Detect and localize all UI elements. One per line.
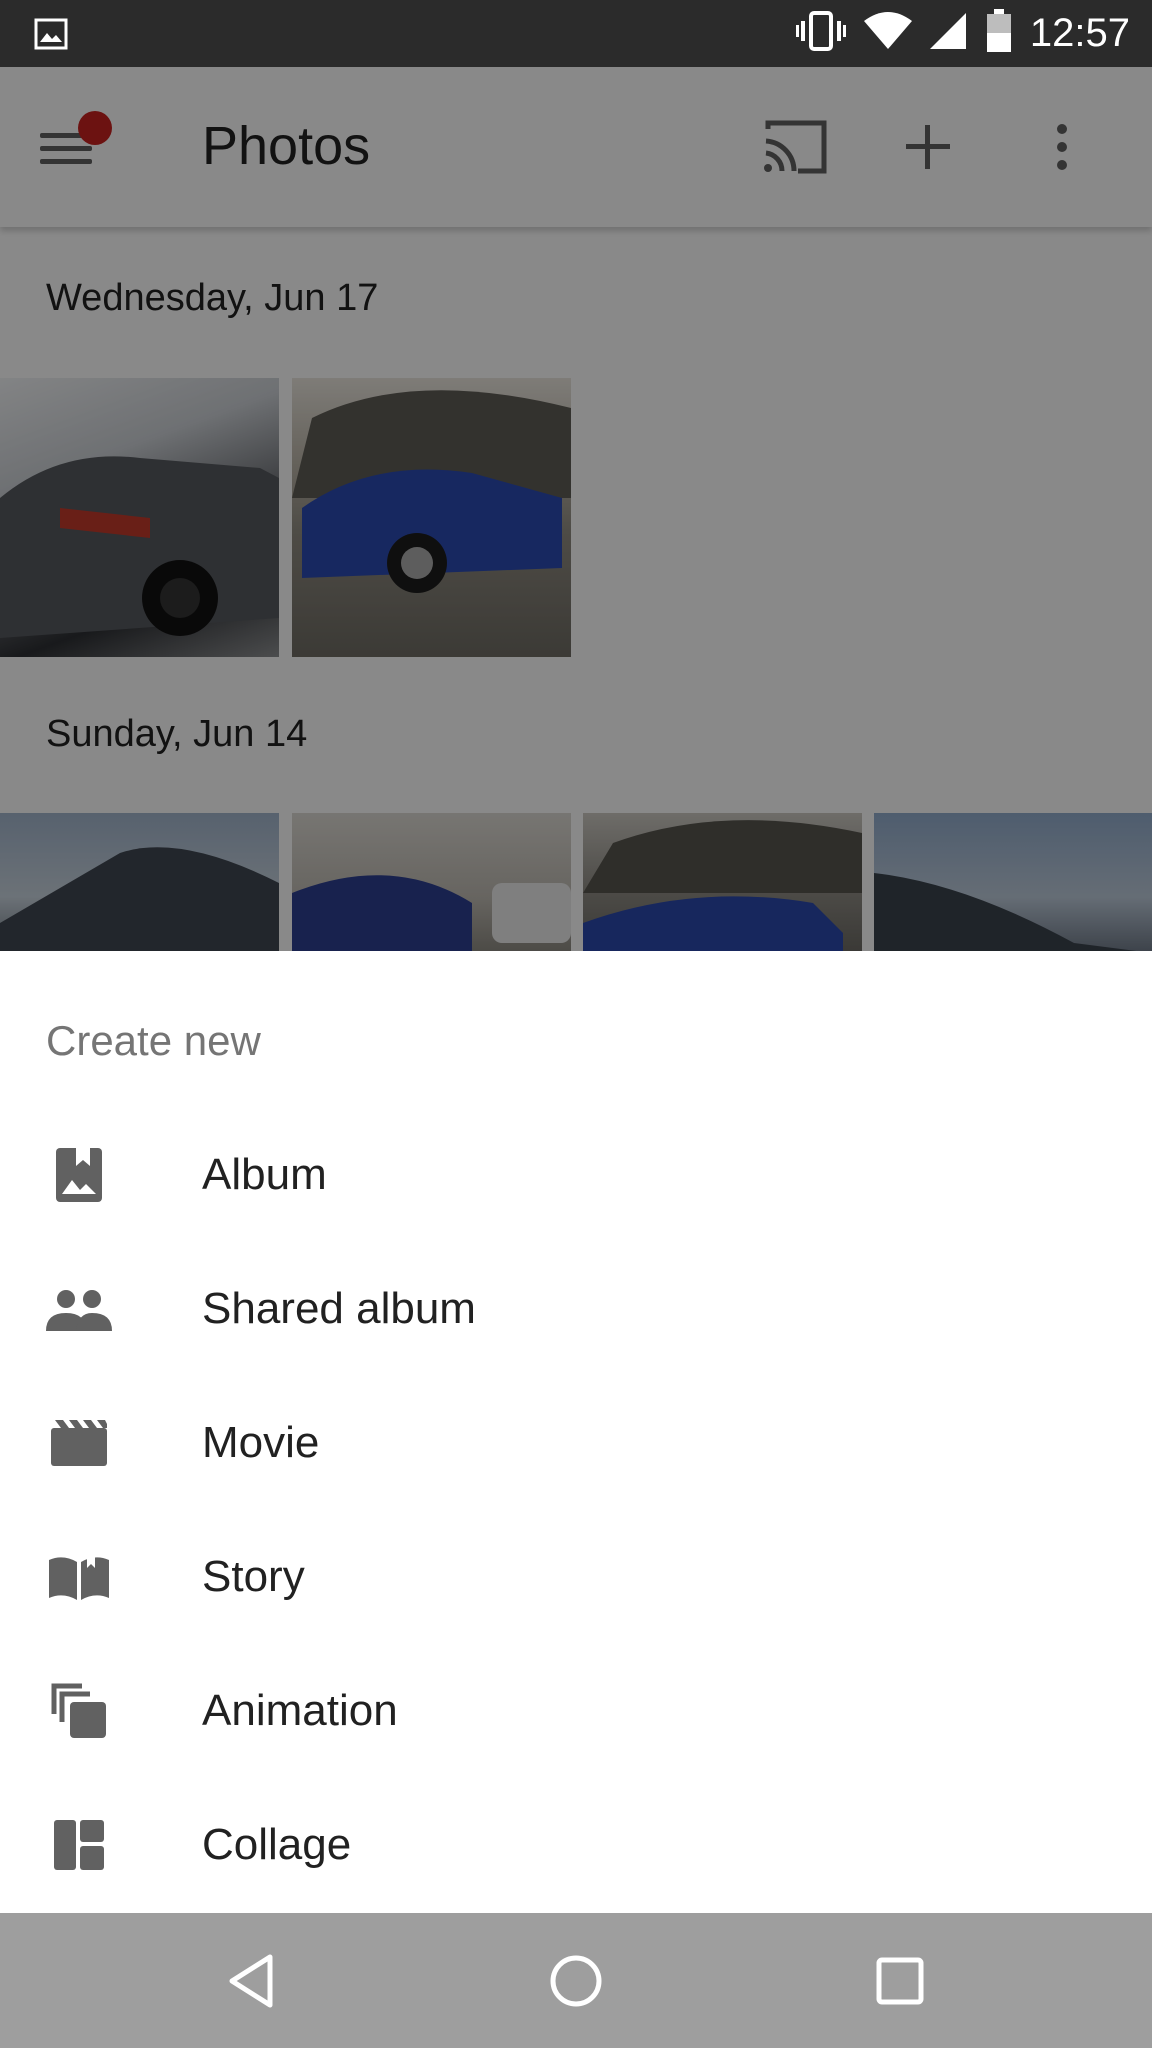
signal-icon (929, 11, 968, 56)
sheet-item-label: Movie (202, 1418, 320, 1467)
sheet-item-label: Animation (202, 1686, 398, 1735)
navigation-bar (0, 1913, 1152, 2048)
book-icon (44, 1542, 114, 1612)
sheet-item-label: Collage (202, 1820, 352, 1869)
album-icon (44, 1140, 114, 1210)
sheet-item-animation[interactable]: Animation (0, 1644, 1152, 1778)
back-icon[interactable] (216, 1945, 288, 2017)
dim-overlay[interactable] (0, 67, 1152, 951)
sheet-item-shared-album[interactable]: Shared album (0, 1242, 1152, 1376)
people-icon (44, 1274, 114, 1344)
clock: 12:57 (1029, 11, 1130, 55)
collage-icon (44, 1810, 114, 1880)
home-icon[interactable] (540, 1945, 612, 2017)
sheet-item-movie[interactable]: Movie (0, 1376, 1152, 1510)
sheet-item-label: Shared album (202, 1284, 476, 1333)
movie-icon (44, 1408, 114, 1478)
animation-icon (44, 1676, 114, 1746)
status-bar: 12:57 (0, 0, 1152, 67)
sheet-item-label: Story (202, 1552, 305, 1601)
wifi-icon (863, 11, 912, 56)
battery-icon (986, 9, 1012, 58)
image-notification-icon (34, 18, 68, 55)
sheet-item-album[interactable]: Album (0, 1108, 1152, 1242)
sheet-item-label: Album (202, 1150, 327, 1199)
create-new-sheet: Create new Album Shared album Movie Stor… (0, 951, 1152, 1913)
sheet-heading: Create new (46, 1017, 261, 1064)
sheet-item-story[interactable]: Story (0, 1510, 1152, 1644)
vibrate-icon (795, 11, 846, 56)
sheet-item-collage[interactable]: Collage (0, 1778, 1152, 1912)
recents-icon[interactable] (864, 1945, 936, 2017)
